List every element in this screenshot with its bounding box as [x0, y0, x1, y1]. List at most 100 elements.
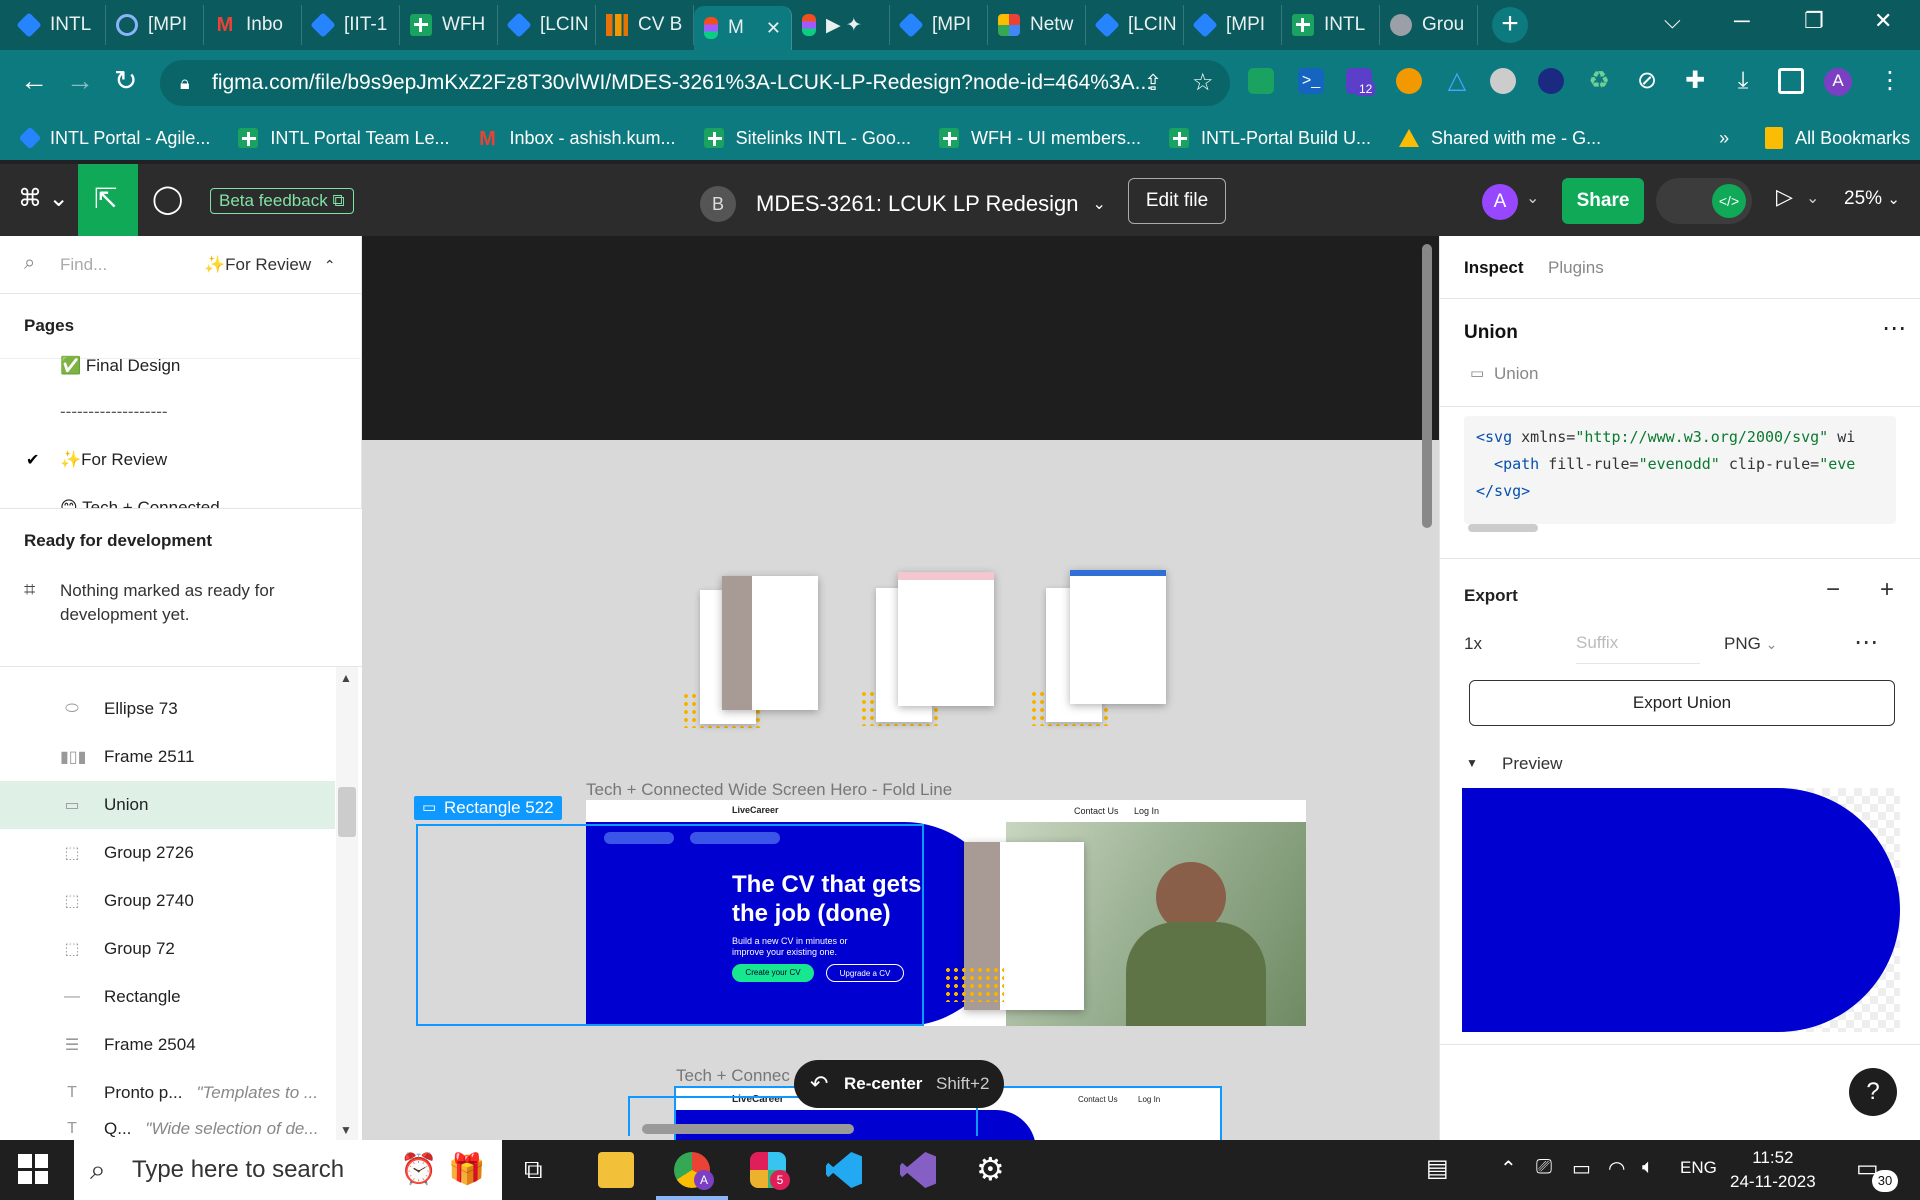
profile-avatar[interactable]: A: [1824, 68, 1852, 96]
beta-feedback-link[interactable]: Beta feedback ⧉: [210, 188, 354, 214]
battery-icon[interactable]: ▭: [1572, 1156, 1591, 1181]
recenter-button[interactable]: ↶ Re-center Shift+2: [794, 1060, 1004, 1108]
edit-file-button[interactable]: Edit file: [1128, 178, 1226, 224]
chevron-up-icon[interactable]: ⌃: [1500, 1156, 1517, 1181]
side-panel-icon[interactable]: [1778, 68, 1804, 94]
bookmark-item[interactable]: INTL Portal - Agile...: [18, 126, 210, 150]
play-icon[interactable]: ▷: [1776, 184, 1793, 210]
layer-row[interactable]: T Pronto p... "Templates to ...: [0, 1069, 335, 1117]
layer-row[interactable]: ⬚ Group 2740: [0, 877, 335, 925]
scroll-up-arrow-icon[interactable]: ▲: [340, 671, 352, 685]
meet-icon[interactable]: ⎚: [1536, 1156, 1552, 1179]
dev-mode-toggle[interactable]: </>: [1656, 178, 1752, 224]
browser-tab[interactable]: CV B: [596, 5, 694, 45]
more-options-icon[interactable]: ⋯: [1882, 314, 1906, 343]
terminal-extension-icon[interactable]: >_: [1298, 68, 1324, 94]
canvas-scrollbar[interactable]: [1422, 244, 1432, 528]
bookmark-item[interactable]: Sitelinks INTL - Goo...: [703, 128, 911, 149]
page-item-separator[interactable]: -------------------: [60, 402, 168, 422]
chrome-icon[interactable]: A: [674, 1152, 714, 1190]
zoom-level[interactable]: 25% ⌄: [1844, 188, 1900, 210]
close-icon[interactable]: ✕: [766, 18, 781, 39]
bookmark-star-icon[interactable]: ☆: [1192, 60, 1214, 106]
puzzle-extensions-icon[interactable]: ✚: [1682, 68, 1708, 94]
sheets-extension-icon[interactable]: [1248, 68, 1274, 94]
page-selector[interactable]: ✨For Review ⌃: [204, 255, 336, 275]
new-tab-button[interactable]: +: [1492, 7, 1528, 43]
all-bookmarks-button[interactable]: All Bookmarks: [1765, 127, 1910, 149]
layer-row[interactable]: ⬚ Group 72: [0, 925, 335, 973]
wifi-icon[interactable]: ◠: [1608, 1156, 1625, 1181]
export-button[interactable]: Export Union: [1469, 680, 1895, 726]
volume-icon[interactable]: 🔈︎: [1642, 1156, 1654, 1179]
export-suffix-input[interactable]: Suffix: [1576, 628, 1700, 664]
share-page-icon[interactable]: ⇪: [1144, 60, 1162, 106]
system-clock[interactable]: 11:52 24-11-2023: [1730, 1146, 1816, 1194]
browser-tab[interactable]: Netw: [988, 5, 1086, 45]
check-extension-icon[interactable]: [1490, 68, 1516, 94]
move-tool-button[interactable]: ⇱: [78, 164, 138, 236]
bookmark-item[interactable]: Shared with me - G...: [1399, 128, 1601, 149]
code-snippet[interactable]: <svg xmlns="http://www.w3.org/2000/svg" …: [1464, 416, 1896, 524]
page-item-final-design[interactable]: ✅ Final Design: [60, 356, 180, 376]
download-icon[interactable]: ⤓: [1730, 68, 1756, 94]
file-explorer-icon[interactable]: [598, 1152, 634, 1188]
frame-label[interactable]: Tech + Connec: [676, 1066, 790, 1086]
recycle-extension-icon[interactable]: ♻: [1586, 68, 1612, 94]
layer-row-selected[interactable]: ▭ Union: [0, 781, 335, 829]
bookmark-item[interactable]: WFH - UI members...: [938, 128, 1141, 149]
reload-icon[interactable]: ↻: [114, 66, 137, 96]
eye-extension-icon[interactable]: [1538, 68, 1564, 94]
color-extension-icon[interactable]: [1396, 68, 1422, 94]
bookmark-item[interactable]: M Inbox - ashish.kum...: [477, 128, 675, 151]
compass-extension-icon[interactable]: ⊘: [1634, 68, 1660, 94]
chevron-down-icon[interactable]: ⌄: [1806, 188, 1819, 208]
bookmark-item[interactable]: INTL Portal Team Le...: [238, 128, 449, 149]
layer-row[interactable]: ⬭ Ellipse 73: [0, 685, 335, 733]
layers-scrollbar[interactable]: [336, 667, 358, 1141]
chevron-down-icon[interactable]: ⌄: [1526, 188, 1539, 208]
browser-tab[interactable]: [IIT-1: [302, 5, 400, 45]
browser-tab[interactable]: [MPI: [1184, 5, 1282, 45]
more-bookmarks-button[interactable]: »: [1719, 128, 1729, 149]
find-input[interactable]: Find...: [60, 255, 107, 275]
browser-tab[interactable]: M Inbo: [204, 5, 302, 45]
plus-icon[interactable]: +: [1880, 576, 1894, 604]
layers-scrollbar-thumb[interactable]: [338, 787, 356, 837]
browser-tab[interactable]: ▶ ✦: [792, 5, 890, 45]
minimize-icon[interactable]: ─: [1734, 8, 1750, 34]
browser-tab[interactable]: [LCIN: [498, 5, 596, 45]
code-scrollbar[interactable]: [1468, 524, 1538, 532]
browser-tab[interactable]: INTL: [1282, 5, 1380, 45]
restore-icon[interactable]: ❐: [1804, 8, 1824, 34]
window-close-icon[interactable]: ✕: [1874, 8, 1892, 34]
triangle-extension-icon[interactable]: △: [1444, 68, 1470, 94]
user-avatar[interactable]: A: [1482, 184, 1518, 220]
figma-menu-icon[interactable]: ⌘ ⌄: [18, 184, 69, 213]
browser-tab[interactable]: [MPI: [106, 5, 204, 45]
taskbar-search[interactable]: ⌕ Type here to search ⏰ 🎁: [74, 1140, 502, 1200]
bookmark-item[interactable]: INTL-Portal Build U...: [1168, 128, 1371, 149]
caret-down-icon[interactable]: ▼: [1466, 756, 1478, 770]
more-options-icon[interactable]: ⋯: [1854, 628, 1878, 657]
design-canvas[interactable]: Tech + Connected Wide Screen Hero - Fold…: [362, 236, 1439, 1140]
task-view-icon[interactable]: ⧉: [524, 1154, 543, 1186]
layer-row[interactable]: — Rectangle: [0, 973, 335, 1021]
graduation-extension-icon[interactable]: 12: [1346, 68, 1376, 96]
forward-icon[interactable]: →: [66, 66, 94, 96]
news-widget-icon[interactable]: ▤: [1426, 1154, 1449, 1183]
back-icon[interactable]: ←: [20, 66, 48, 96]
selection-outline[interactable]: [416, 824, 924, 1026]
browser-tab-active[interactable]: M ✕: [694, 6, 792, 50]
browser-tab[interactable]: [LCIN: [1086, 5, 1184, 45]
layer-row[interactable]: T Q... "Wide selection of de...: [0, 1117, 335, 1141]
language-indicator[interactable]: ENG: [1680, 1158, 1717, 1178]
kebab-menu-icon[interactable]: ⋮: [1878, 68, 1904, 94]
browser-tab[interactable]: INTL: [8, 5, 106, 45]
frame-label[interactable]: Tech + Connected Wide Screen Hero - Fold…: [586, 780, 952, 800]
browser-tab[interactable]: WFH: [400, 5, 498, 45]
canvas-horizontal-scrollbar[interactable]: [642, 1124, 854, 1134]
export-scale[interactable]: 1x: [1464, 634, 1482, 654]
export-format-select[interactable]: PNG ⌄: [1724, 634, 1777, 654]
page-item-for-review[interactable]: ✨For Review: [60, 450, 167, 470]
